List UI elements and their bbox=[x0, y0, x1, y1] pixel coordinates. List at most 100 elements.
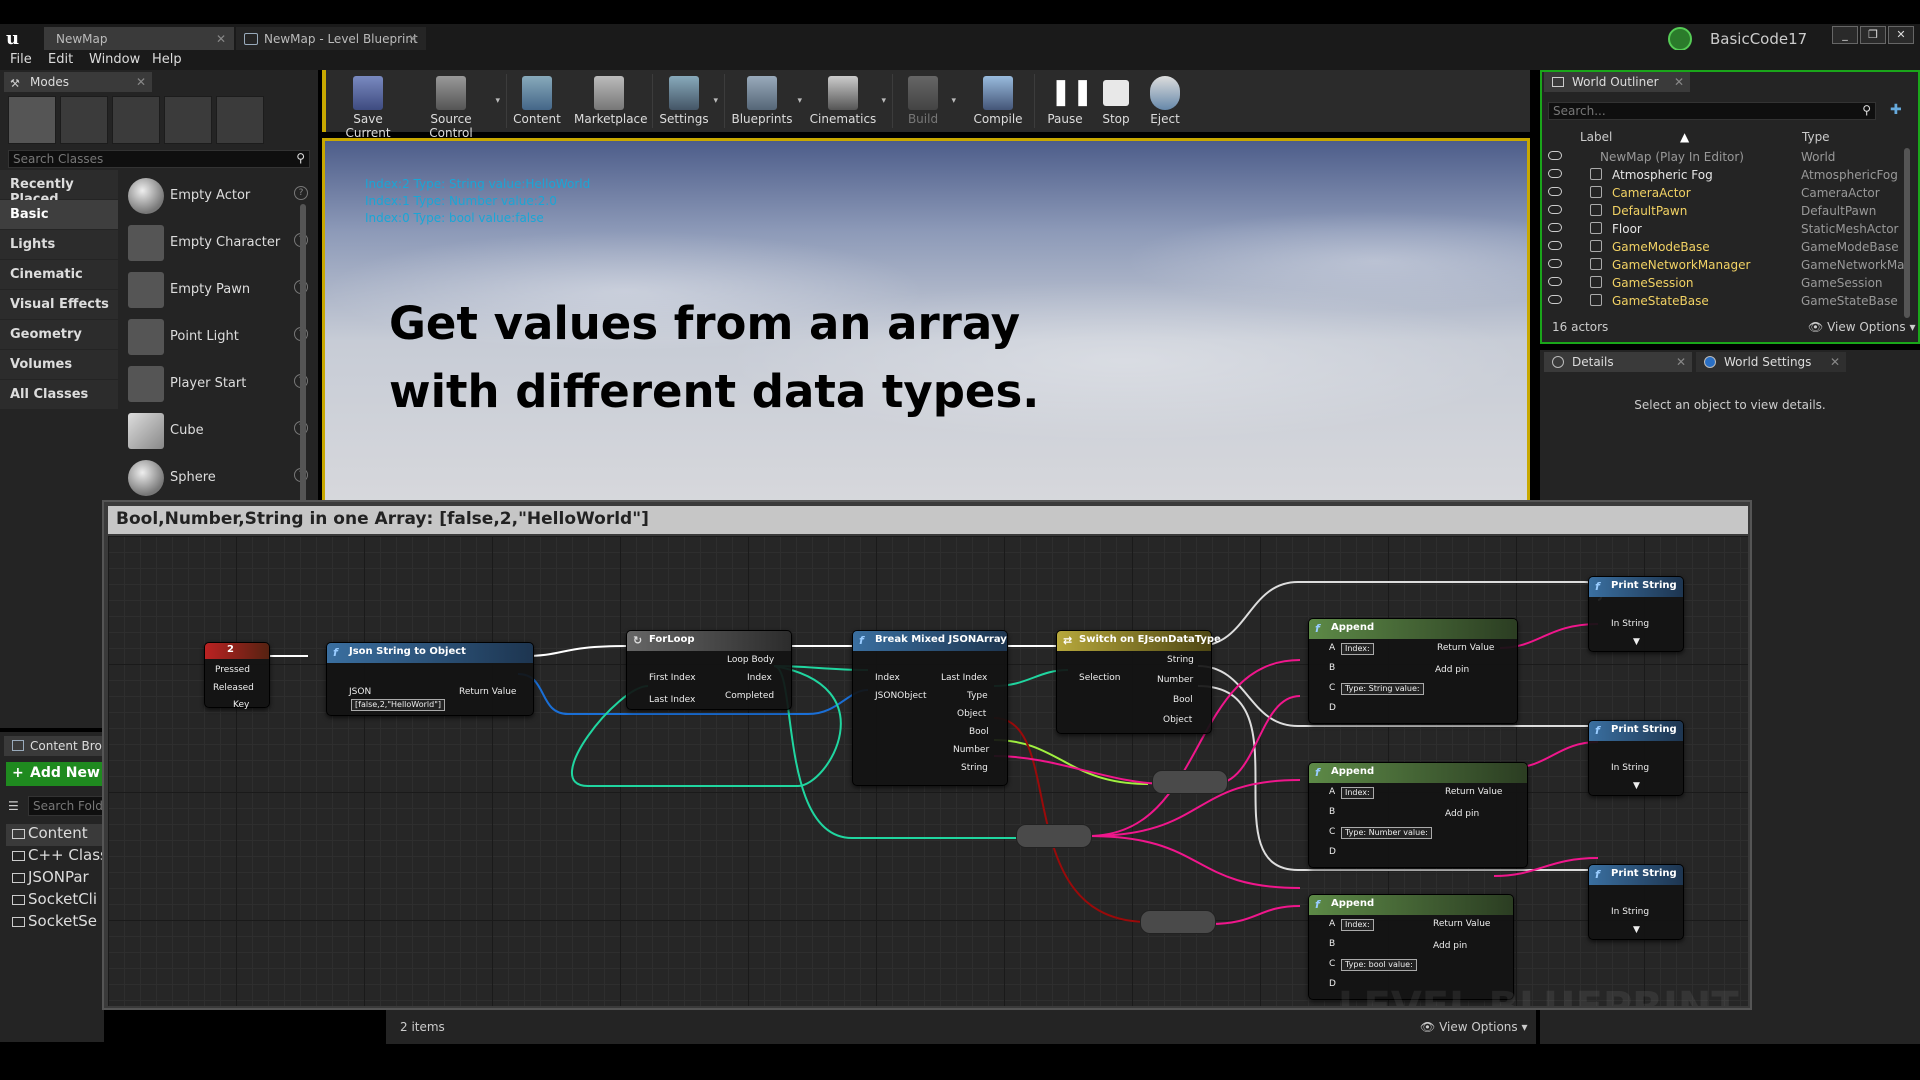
chevron-down-icon[interactable]: ▾ bbox=[881, 96, 886, 106]
place-item-player-start[interactable]: Player Start ? bbox=[124, 362, 308, 406]
maximize-button[interactable]: ❐ bbox=[1860, 26, 1886, 44]
source-control-button[interactable]: Source Control ▾ bbox=[410, 72, 500, 140]
bool-to-string-conversion-node[interactable] bbox=[1140, 910, 1216, 934]
json-string-to-object-node[interactable]: f Json String to Object JSON [false,2,"He… bbox=[326, 642, 534, 716]
cinematics-button[interactable]: Cinematics ▾ bbox=[808, 72, 886, 130]
menu-file[interactable]: File bbox=[10, 52, 32, 67]
append-string-node[interactable]: f Append A Index: B C Type: String value:… bbox=[1308, 618, 1518, 724]
tab-level-blueprint[interactable]: NewMap - Level Blueprint ✕ bbox=[236, 27, 426, 50]
visibility-eye-icon[interactable] bbox=[1548, 151, 1562, 160]
place-item-empty-pawn[interactable]: Empty Pawn ? bbox=[124, 268, 308, 312]
save-current-button[interactable]: Save Current bbox=[332, 72, 404, 140]
chevron-down-icon[interactable]: ▼ bbox=[1633, 781, 1640, 791]
key-event-node[interactable]: 2 Pressed Released Key bbox=[204, 642, 270, 710]
folder-jsonparser[interactable]: JSONPar bbox=[6, 868, 104, 890]
compile-button[interactable]: Compile bbox=[970, 72, 1026, 130]
c-value-input[interactable]: Type: Number value: bbox=[1341, 827, 1432, 839]
tab-world-outliner[interactable]: World Outliner ✕ bbox=[1544, 72, 1690, 92]
place-item-empty-actor[interactable]: Empty Actor ? bbox=[124, 174, 308, 218]
visibility-eye-icon[interactable] bbox=[1548, 223, 1562, 232]
a-value-input[interactable]: Index: bbox=[1341, 643, 1374, 655]
chevron-down-icon[interactable]: ▼ bbox=[1633, 637, 1640, 647]
switch-on-ejsondatatype-node[interactable]: ⇄ Switch on EJsonDataType Selection Strin… bbox=[1056, 630, 1221, 734]
list-item[interactable]: Floor StaticMeshActor bbox=[1542, 220, 1902, 238]
close-icon[interactable]: ✕ bbox=[216, 32, 226, 46]
geometry-mode-button[interactable] bbox=[216, 96, 264, 144]
visibility-eye-icon[interactable] bbox=[1548, 205, 1562, 214]
tab-world-settings[interactable]: World Settings ✕ bbox=[1696, 352, 1846, 372]
tab-newmap[interactable]: NewMap ✕ bbox=[44, 27, 234, 50]
category-geometry[interactable]: Geometry bbox=[0, 320, 118, 349]
filter-icon[interactable]: ☰ bbox=[8, 799, 19, 813]
chevron-down-icon[interactable]: ▾ bbox=[713, 96, 718, 106]
c-value-input[interactable]: Type: String value: bbox=[1341, 683, 1424, 695]
place-item-cube[interactable]: Cube ? bbox=[124, 409, 308, 453]
menu-help[interactable]: Help bbox=[152, 52, 182, 67]
chevron-down-icon[interactable]: ▾ bbox=[797, 96, 802, 106]
category-visual-effects[interactable]: Visual Effects bbox=[0, 290, 118, 319]
category-recently-placed[interactable]: Recently Placed bbox=[0, 170, 118, 207]
minimize-button[interactable]: _ bbox=[1832, 26, 1858, 44]
float-to-string-conversion-node[interactable] bbox=[1152, 770, 1228, 794]
category-volumes[interactable]: Volumes bbox=[0, 350, 118, 379]
folder-content[interactable]: Content bbox=[6, 824, 104, 846]
scrollbar[interactable] bbox=[1904, 148, 1910, 318]
list-item[interactable]: CameraActor CameraActor bbox=[1542, 184, 1902, 202]
add-pin-button[interactable]: Add pin bbox=[1445, 809, 1479, 819]
marketplace-button[interactable]: Marketplace bbox=[574, 72, 648, 130]
category-all-classes[interactable]: All Classes bbox=[0, 380, 118, 409]
visibility-eye-icon[interactable] bbox=[1548, 187, 1562, 196]
for-loop-node[interactable]: ↻ ForLoop First Index Last Index Loop Bod… bbox=[626, 630, 792, 710]
close-window-button[interactable]: ✕ bbox=[1888, 26, 1914, 44]
category-lights[interactable]: Lights bbox=[0, 230, 118, 259]
add-actor-icon[interactable]: ✚ bbox=[1890, 102, 1910, 120]
close-icon[interactable]: ✕ bbox=[1676, 355, 1686, 369]
sort-ascending-icon[interactable]: ▲ bbox=[1680, 130, 1689, 144]
list-item[interactable]: GameNetworkManager GameNetworkMar bbox=[1542, 256, 1909, 274]
menu-edit[interactable]: Edit bbox=[48, 52, 73, 67]
view-options-button[interactable]: 👁 View Options ▾ bbox=[1808, 320, 1916, 334]
view-options-button[interactable]: 👁 View Options ▾ bbox=[1420, 1020, 1528, 1034]
json-value-input[interactable]: [false,2,"HelloWorld"] bbox=[351, 699, 446, 711]
close-icon[interactable]: ✕ bbox=[1830, 355, 1840, 369]
close-icon[interactable]: ✕ bbox=[408, 32, 418, 46]
folder-socketclient[interactable]: SocketCli bbox=[6, 890, 104, 912]
list-item[interactable]: GameModeBase GameModeBase bbox=[1542, 238, 1902, 256]
outliner-search-input[interactable]: Search... ⚲ bbox=[1548, 102, 1876, 120]
append-number-node[interactable]: f Append A Index: B C Type: Number value:… bbox=[1308, 762, 1528, 868]
tab-content-browser[interactable]: Content Brov bbox=[4, 736, 104, 756]
visibility-eye-icon[interactable] bbox=[1548, 277, 1562, 286]
place-item-empty-character[interactable]: Empty Character ? bbox=[124, 221, 308, 265]
build-button[interactable]: Build ▾ bbox=[898, 72, 956, 130]
menu-window[interactable]: Window bbox=[89, 52, 140, 67]
blueprint-graph-canvas[interactable]: 2 Pressed Released Key f Json String to O… bbox=[108, 536, 1748, 1006]
category-basic[interactable]: Basic bbox=[0, 200, 118, 229]
chevron-down-icon[interactable]: ▾ bbox=[951, 96, 956, 106]
place-item-point-light[interactable]: Point Light ? bbox=[124, 315, 308, 359]
a-value-input[interactable]: Index: bbox=[1341, 919, 1374, 931]
add-pin-button[interactable]: Add pin bbox=[1433, 941, 1467, 951]
tab-details[interactable]: Details ✕ bbox=[1544, 352, 1692, 372]
place-item-sphere[interactable]: Sphere ? bbox=[124, 456, 308, 500]
visibility-eye-icon[interactable] bbox=[1548, 295, 1562, 304]
visibility-eye-icon[interactable] bbox=[1548, 169, 1562, 178]
c-value-input[interactable]: Type: bool value: bbox=[1341, 959, 1417, 971]
settings-button[interactable]: Settings ▾ bbox=[658, 72, 718, 130]
list-item[interactable]: DefaultPawn DefaultPawn bbox=[1542, 202, 1902, 220]
visibility-eye-icon[interactable] bbox=[1548, 241, 1562, 250]
close-icon[interactable]: ✕ bbox=[136, 75, 146, 89]
list-item[interactable]: GameStateBase GameStateBase bbox=[1542, 292, 1902, 310]
content-button[interactable]: Content bbox=[512, 72, 562, 130]
help-icon[interactable]: ? bbox=[294, 186, 308, 200]
list-item[interactable]: NewMap (Play In Editor) World bbox=[1542, 148, 1902, 166]
print-string-node[interactable]: f Print String In String ▼ bbox=[1588, 576, 1684, 652]
search-folders-input[interactable]: Search Folde bbox=[28, 796, 104, 816]
add-new-button[interactable]: + Add New bbox=[6, 762, 104, 786]
break-mixed-jsonarray-node[interactable]: f Break Mixed JSONArray Index JSONObject … bbox=[852, 630, 1008, 786]
eject-button[interactable]: Eject bbox=[1142, 72, 1188, 130]
pause-button[interactable]: ❚❚ Pause bbox=[1040, 72, 1093, 130]
foliage-mode-button[interactable] bbox=[164, 96, 212, 144]
column-header-label[interactable]: Label bbox=[1580, 130, 1612, 144]
blueprints-button[interactable]: Blueprints ▾ bbox=[730, 72, 802, 130]
visibility-eye-icon[interactable] bbox=[1548, 259, 1562, 268]
